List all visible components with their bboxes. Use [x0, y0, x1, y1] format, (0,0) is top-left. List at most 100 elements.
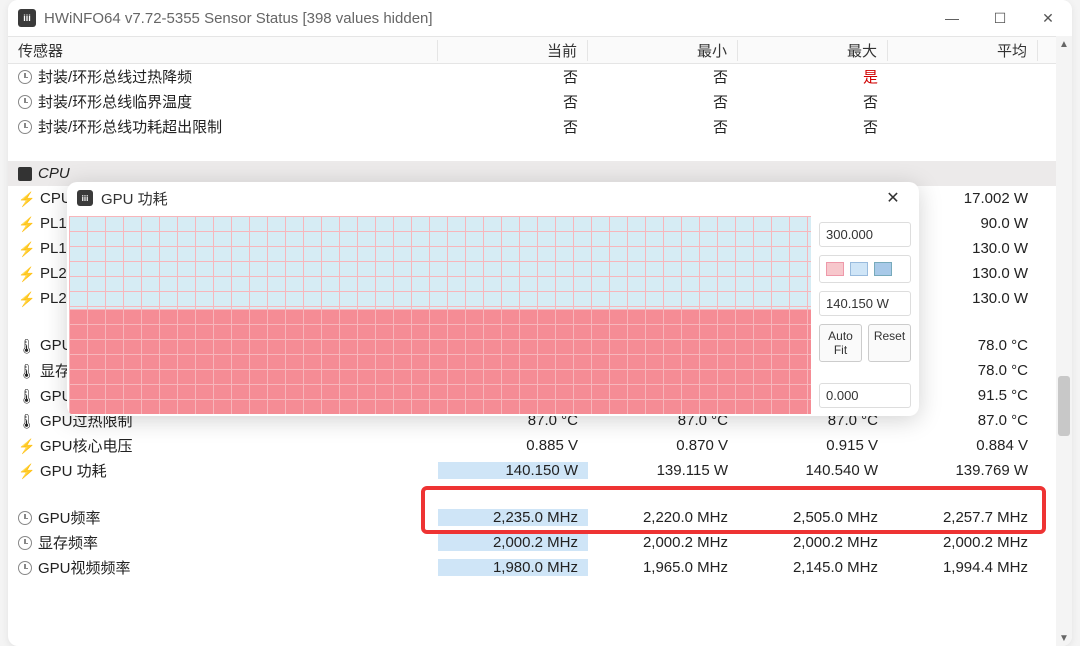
col-min[interactable]: 最小: [588, 40, 738, 61]
cell-cur: 否: [438, 66, 588, 87]
cell-min: 1,965.0 MHz: [588, 559, 738, 576]
row-label: PL2: [40, 290, 67, 307]
cell-max: 2,505.0 MHz: [738, 509, 888, 526]
bolt-icon: [18, 438, 34, 454]
popup-titlebar: iii GPU 功耗 ✕: [67, 182, 919, 214]
therm-icon: [18, 413, 34, 429]
cell-avg: 139.769 W: [888, 462, 1038, 479]
row-label: PL1: [40, 215, 67, 232]
col-avg[interactable]: 平均: [888, 40, 1038, 61]
therm-icon: [18, 338, 34, 354]
reset-button[interactable]: Reset: [868, 324, 911, 362]
graph-side-panel: 300.000 140.150 W Auto Fit Reset 0.000: [811, 214, 919, 416]
cell-max: 是: [738, 66, 888, 87]
popup-close-button[interactable]: ✕: [877, 188, 909, 208]
autofit-button[interactable]: Auto Fit: [819, 324, 862, 362]
swatch-blue2-icon[interactable]: [874, 262, 892, 276]
clock-icon: [18, 70, 32, 84]
cell-min: 2,220.0 MHz: [588, 509, 738, 526]
col-sensor[interactable]: 传感器: [8, 40, 438, 61]
column-headers: 传感器 当前 最小 最大 平均: [8, 36, 1072, 64]
row-label: CPU: [38, 165, 70, 182]
graph-area[interactable]: [69, 216, 811, 414]
cell-cur: 0.885 V: [438, 437, 588, 454]
row-label: GPU视频频率: [38, 557, 131, 578]
minimize-button[interactable]: —: [928, 0, 976, 36]
sensor-row[interactable]: 封装/环形总线功耗超出限制否否否: [8, 114, 1072, 139]
close-button[interactable]: ✕: [1024, 0, 1072, 36]
cell-cur: 否: [438, 116, 588, 137]
bolt-icon: [18, 191, 34, 207]
cell-min: 0.870 V: [588, 437, 738, 454]
sensor-row[interactable]: 封装/环形总线临界温度否否否: [8, 89, 1072, 114]
col-current[interactable]: 当前: [438, 40, 588, 61]
window-controls: — ☐ ✕: [928, 0, 1072, 36]
bolt-icon: [18, 291, 34, 307]
cell-max: 否: [738, 116, 888, 137]
window-title: HWiNFO64 v7.72-5355 Sensor Status [398 v…: [44, 10, 433, 27]
row-label: 显存频率: [38, 532, 98, 553]
row-label: 封装/环形总线临界温度: [38, 91, 192, 112]
cell-cur: 1,980.0 MHz: [438, 559, 588, 576]
cell-min: 139.115 W: [588, 462, 738, 479]
bolt-icon: [18, 216, 34, 232]
scroll-thumb[interactable]: [1058, 376, 1070, 436]
bolt-icon: [18, 241, 34, 257]
bolt-icon: [18, 463, 34, 479]
cell-cur: 2,000.2 MHz: [438, 534, 588, 551]
sensor-row[interactable]: 封装/环形总线过热降频否否是: [8, 64, 1072, 89]
therm-icon: [18, 388, 34, 404]
cell-max: 0.915 V: [738, 437, 888, 454]
col-max[interactable]: 最大: [738, 40, 888, 61]
scale-max: 300.000: [819, 222, 911, 247]
sensor-row[interactable]: GPU频率2,235.0 MHz2,220.0 MHz2,505.0 MHz2,…: [8, 505, 1072, 530]
sensor-row[interactable]: GPU 功耗 140.150 W139.115 W140.540 W139.769…: [8, 458, 1072, 483]
graph-popup: iii GPU 功耗 ✕ 300.000 140.150 W Auto Fit …: [67, 182, 919, 416]
cell-avg: 0.884 V: [888, 437, 1038, 454]
row-label: GPU 功耗: [40, 460, 107, 481]
swatch-red-icon[interactable]: [826, 262, 844, 276]
scroll-up-icon[interactable]: ▲: [1056, 36, 1072, 52]
cell-max: 2,145.0 MHz: [738, 559, 888, 576]
row-label: 显存: [40, 360, 70, 381]
clock-icon: [18, 511, 32, 525]
row-label: PL2: [40, 265, 67, 282]
maximize-button[interactable]: ☐: [976, 0, 1024, 36]
therm-icon: [18, 363, 34, 379]
cell-max: 2,000.2 MHz: [738, 534, 888, 551]
scroll-down-icon[interactable]: ▼: [1056, 630, 1072, 646]
scale-min: 0.000: [819, 383, 911, 408]
cell-cur: 140.150 W: [438, 462, 588, 479]
sensor-row[interactable]: GPU核心电压 0.885 V0.870 V0.915 V0.884 V: [8, 433, 1072, 458]
clock-icon: [18, 120, 32, 134]
cell-cur: 否: [438, 91, 588, 112]
cell-min: 否: [588, 66, 738, 87]
sensor-row[interactable]: 显存频率2,000.2 MHz2,000.2 MHz2,000.2 MHz2,0…: [8, 530, 1072, 555]
scale-current: 140.150 W: [819, 291, 911, 316]
row-label: 封装/环形总线功耗超出限制: [38, 116, 222, 137]
legend-swatches: [819, 255, 911, 283]
chip-icon: [18, 167, 32, 181]
cell-avg: 1,994.4 MHz: [888, 559, 1038, 576]
swatch-blue-icon[interactable]: [850, 262, 868, 276]
sensor-row[interactable]: GPU视频频率 1,980.0 MHz1,965.0 MHz2,145.0 MHz…: [8, 555, 1072, 580]
cell-max: 140.540 W: [738, 462, 888, 479]
titlebar: iii HWiNFO64 v7.72-5355 Sensor Status [3…: [8, 0, 1072, 36]
cell-cur: 2,235.0 MHz: [438, 509, 588, 526]
clock-icon: [18, 536, 32, 550]
cell-min: 2,000.2 MHz: [588, 534, 738, 551]
scrollbar[interactable]: ▲ ▼: [1056, 36, 1072, 646]
cell-avg: 2,000.2 MHz: [888, 534, 1038, 551]
cell-min: 否: [588, 116, 738, 137]
row-label: PL1: [40, 240, 67, 257]
clock-icon: [18, 561, 32, 575]
graph-fill: [69, 309, 811, 414]
bolt-icon: [18, 266, 34, 282]
row-label: 封装/环形总线过热降频: [38, 66, 192, 87]
popup-title: GPU 功耗: [101, 188, 168, 209]
clock-icon: [18, 95, 32, 109]
cell-avg: 2,257.7 MHz: [888, 509, 1038, 526]
row-label: GPU核心电压: [40, 435, 133, 456]
cell-max: 否: [738, 91, 888, 112]
popup-app-icon: iii: [77, 190, 93, 206]
